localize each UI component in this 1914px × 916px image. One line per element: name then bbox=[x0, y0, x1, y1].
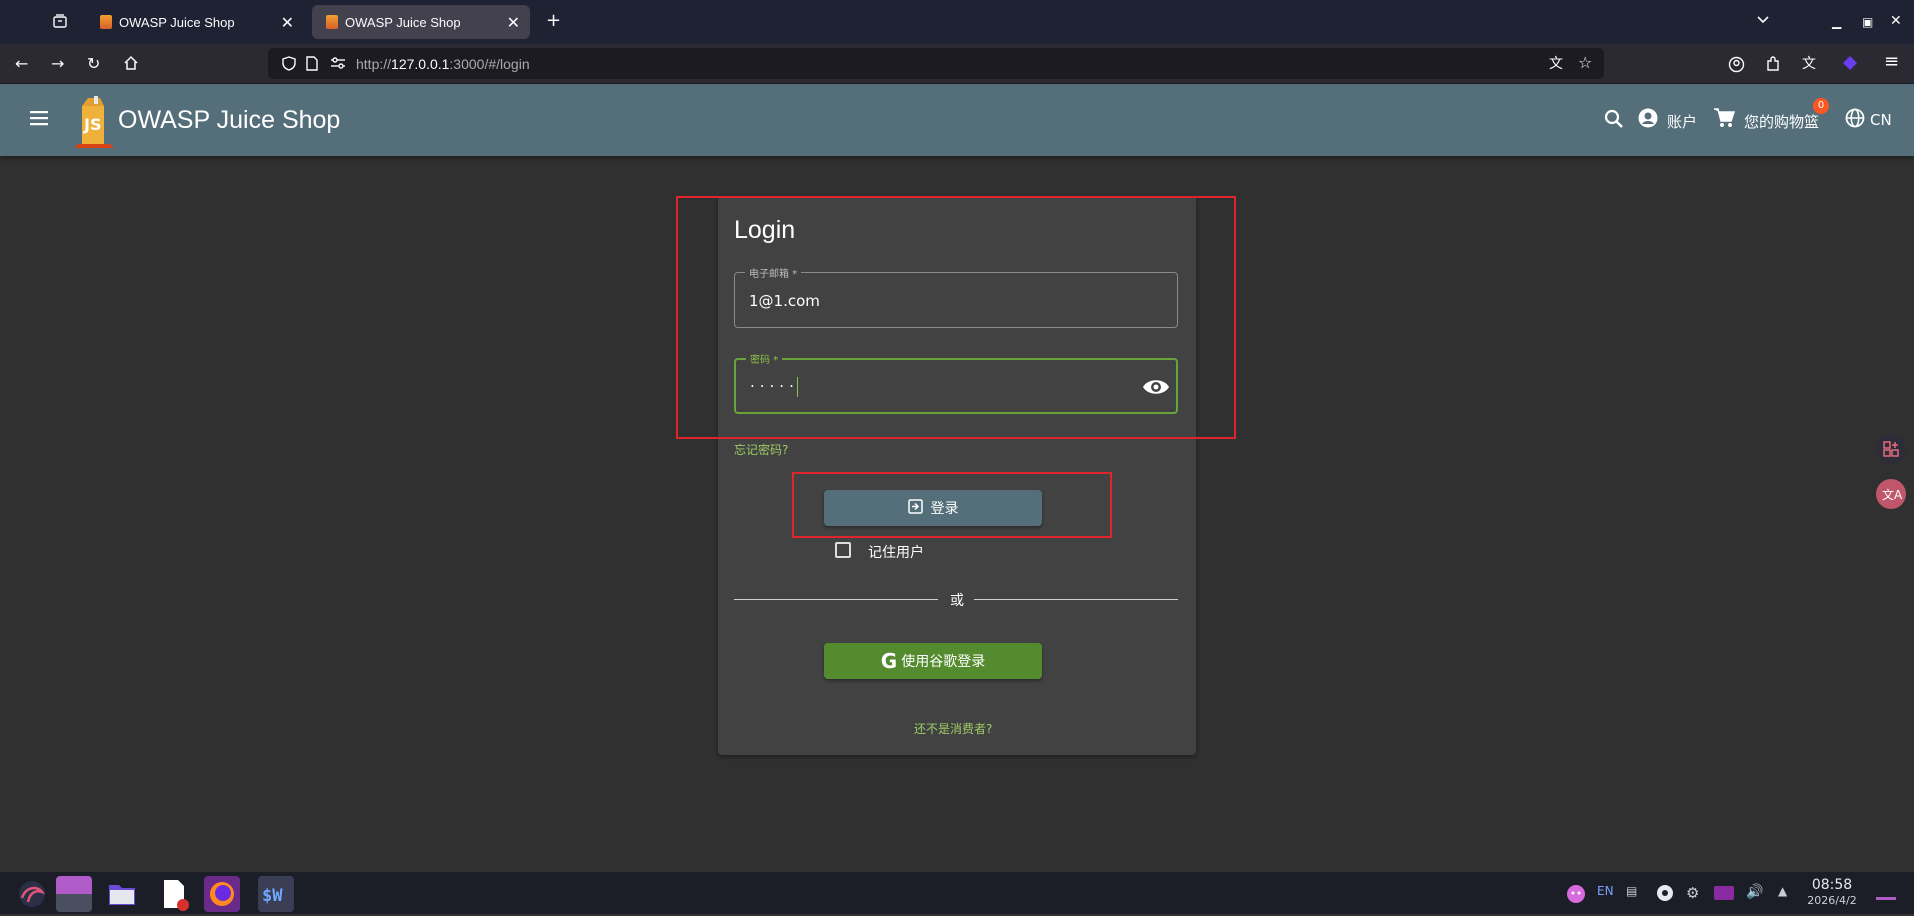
highlight-box-credentials bbox=[676, 196, 1236, 439]
file-manager-icon[interactable] bbox=[104, 876, 140, 912]
chevron-down-icon[interactable] bbox=[1756, 13, 1770, 30]
svg-text:$W: $W bbox=[262, 886, 283, 906]
basket-label[interactable]: 您的购物篮 bbox=[1744, 111, 1819, 132]
home-icon[interactable] bbox=[123, 55, 139, 74]
google-button-label: 使用谷歌登录 bbox=[901, 654, 986, 670]
divider-right bbox=[974, 599, 1178, 600]
reload-icon[interactable]: ↻ bbox=[87, 56, 100, 72]
tray-network-icon[interactable] bbox=[1714, 886, 1734, 900]
new-tab-icon[interactable]: + bbox=[546, 12, 561, 30]
divider-or-text: 或 bbox=[950, 593, 964, 609]
remember-me-label[interactable]: 记住用户 bbox=[868, 542, 924, 562]
account-label[interactable]: 账户 bbox=[1667, 111, 1697, 132]
extensions-icon[interactable] bbox=[1765, 56, 1781, 75]
tray-clipboard-icon[interactable]: ▤ bbox=[1626, 884, 1637, 898]
tray-expand-icon[interactable]: ▲ bbox=[1778, 884, 1787, 898]
side-translate-icon[interactable]: 文A bbox=[1876, 479, 1906, 509]
shopping-cart-icon[interactable] bbox=[1713, 108, 1736, 132]
language-globe-icon[interactable] bbox=[1845, 108, 1865, 132]
translate-icon[interactable]: 文 bbox=[1549, 56, 1563, 72]
app-toolbar: JS OWASP Juice Shop 账户 您的购物篮 CN bbox=[0, 84, 1914, 156]
tab-title: OWASP Juice Shop bbox=[345, 14, 461, 30]
tray-media-icon[interactable] bbox=[1656, 884, 1674, 906]
minimize-window-icon[interactable]: ▁ bbox=[1832, 14, 1841, 30]
close-tab-icon[interactable]: ✕ bbox=[281, 13, 294, 33]
url-bar[interactable]: http://127.0.0.1:3000/#/login 文 ☆ bbox=[268, 48, 1604, 79]
firefox-icon[interactable] bbox=[204, 876, 240, 912]
divider-left bbox=[734, 599, 938, 600]
language-label[interactable]: CN bbox=[1870, 111, 1892, 129]
side-apps-icon[interactable] bbox=[1876, 434, 1906, 464]
tray-settings-gear-icon[interactable]: ⚙ bbox=[1686, 884, 1699, 902]
juice-shop-logo-icon[interactable]: JS bbox=[70, 96, 118, 152]
maximize-window-icon[interactable]: ▣ bbox=[1862, 14, 1873, 30]
search-icon[interactable] bbox=[1604, 109, 1624, 133]
translate-extension-icon[interactable]: 文 bbox=[1802, 56, 1816, 72]
juice-shop-favicon-icon bbox=[100, 15, 112, 29]
tray-clock-date[interactable]: 2026/4/2 bbox=[1798, 894, 1866, 907]
tray-language-indicator[interactable]: EN bbox=[1597, 884, 1614, 898]
shield-icon[interactable] bbox=[282, 56, 296, 74]
app-title[interactable]: OWASP Juice Shop bbox=[118, 106, 340, 135]
basket-count-badge: 0 bbox=[1813, 98, 1829, 114]
forward-icon[interactable]: → bbox=[51, 56, 64, 72]
browser-tab-1[interactable]: OWASP Juice Shop ✕ bbox=[86, 5, 304, 39]
tray-cat-icon[interactable] bbox=[1566, 884, 1586, 908]
browser-tab-bar: OWASP Juice Shop ✕ OWASP Juice Shop ✕ + … bbox=[0, 0, 1914, 44]
text-editor-icon[interactable] bbox=[156, 876, 192, 912]
terminal-icon[interactable]: $W bbox=[258, 876, 294, 912]
juice-shop-favicon-icon bbox=[326, 15, 338, 29]
close-window-icon[interactable]: ✕ bbox=[1890, 13, 1902, 29]
forgot-password-link[interactable]: 忘记密码? bbox=[734, 441, 788, 458]
tab-title: OWASP Juice Shop bbox=[119, 14, 235, 30]
register-link[interactable]: 还不是消费者? bbox=[914, 720, 992, 737]
page-icon[interactable] bbox=[306, 56, 318, 74]
account-icon[interactable] bbox=[1638, 108, 1658, 132]
workspace-switcher-icon[interactable] bbox=[56, 876, 92, 912]
extension-diamond-icon[interactable] bbox=[1842, 55, 1858, 74]
remember-me-checkbox[interactable] bbox=[835, 542, 851, 558]
menu-icon[interactable]: ≡ bbox=[1884, 53, 1899, 71]
sidenav-menu-icon[interactable] bbox=[30, 110, 50, 130]
svg-text:JS: JS bbox=[83, 115, 101, 134]
highlight-box-login-button bbox=[792, 472, 1112, 538]
url-text[interactable]: http://127.0.0.1:3000/#/login bbox=[356, 56, 530, 72]
back-icon[interactable]: ← bbox=[15, 56, 28, 72]
show-desktop-icon[interactable] bbox=[1876, 884, 1896, 900]
close-tab-icon[interactable]: ✕ bbox=[507, 13, 520, 33]
tray-volume-icon[interactable]: 🔊 bbox=[1746, 884, 1763, 900]
star-icon[interactable]: ☆ bbox=[1578, 55, 1592, 71]
account-circle-icon[interactable] bbox=[1728, 56, 1745, 76]
kali-menu-icon[interactable] bbox=[14, 876, 50, 912]
browser-tab-2[interactable]: OWASP Juice Shop ✕ bbox=[312, 5, 530, 39]
google-icon: G bbox=[880, 649, 898, 673]
svg-text:文A: 文A bbox=[1882, 487, 1903, 502]
tab-list-icon[interactable] bbox=[52, 13, 68, 32]
permissions-icon[interactable] bbox=[330, 56, 346, 73]
google-login-button[interactable]: G 使用谷歌登录 bbox=[824, 643, 1042, 679]
tray-clock-time[interactable]: 08:58 bbox=[1805, 877, 1859, 893]
